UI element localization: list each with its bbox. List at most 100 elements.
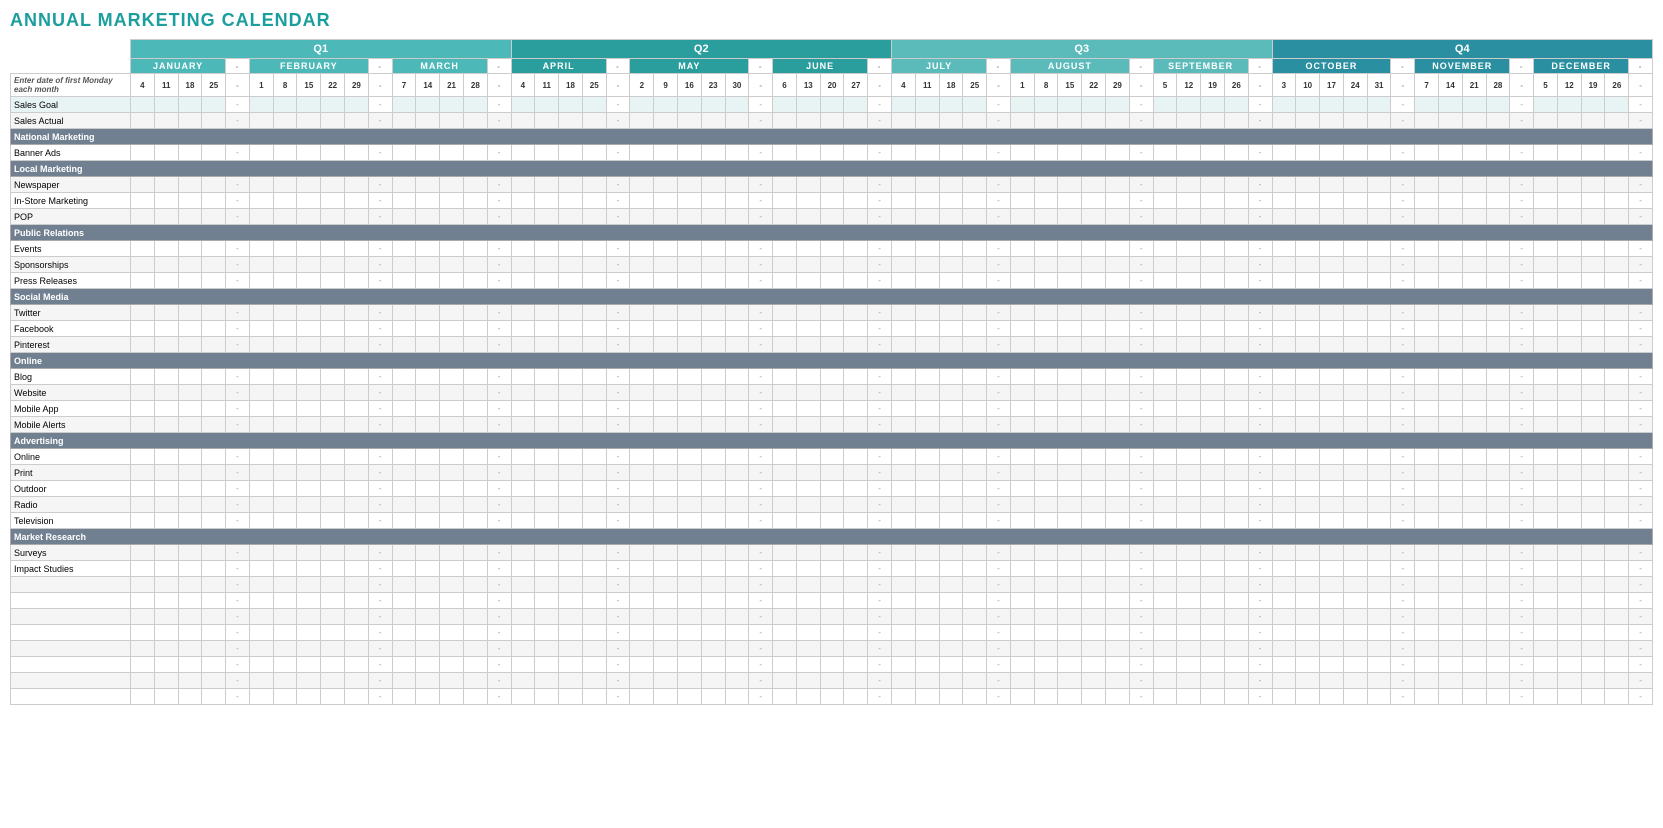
data-cell[interactable] (511, 593, 535, 609)
data-cell[interactable] (773, 481, 797, 497)
data-cell[interactable] (1201, 257, 1225, 273)
data-cell[interactable] (963, 625, 987, 641)
data-cell[interactable] (915, 401, 939, 417)
data-cell[interactable] (392, 497, 416, 513)
data-cell[interactable] (725, 369, 749, 385)
day-number[interactable]: 29 (1106, 74, 1130, 97)
data-cell[interactable] (963, 497, 987, 513)
data-cell[interactable] (1082, 497, 1106, 513)
data-cell[interactable] (1367, 657, 1391, 673)
data-cell[interactable] (915, 417, 939, 433)
data-cell[interactable] (701, 369, 725, 385)
data-cell[interactable] (582, 321, 606, 337)
day-number[interactable]: 28 (463, 74, 487, 97)
data-cell[interactable] (392, 641, 416, 657)
data-cell[interactable] (915, 113, 939, 129)
data-cell[interactable] (582, 305, 606, 321)
data-cell[interactable] (892, 257, 916, 273)
data-cell[interactable] (440, 561, 464, 577)
data-cell[interactable] (701, 209, 725, 225)
data-cell[interactable] (416, 193, 440, 209)
data-cell[interactable] (963, 369, 987, 385)
data-cell[interactable] (1415, 417, 1439, 433)
data-cell[interactable] (249, 97, 273, 113)
data-cell[interactable] (273, 417, 297, 433)
data-cell[interactable] (1034, 545, 1058, 561)
data-cell[interactable] (963, 417, 987, 433)
data-cell[interactable] (154, 113, 178, 129)
data-cell[interactable] (654, 113, 678, 129)
data-cell[interactable] (820, 513, 844, 529)
data-cell[interactable] (796, 689, 820, 705)
data-cell[interactable] (630, 609, 654, 625)
data-cell[interactable] (677, 449, 701, 465)
data-cell[interactable] (511, 241, 535, 257)
data-cell[interactable] (773, 305, 797, 321)
data-cell[interactable] (345, 369, 369, 385)
data-cell[interactable] (1320, 257, 1344, 273)
data-cell[interactable] (1581, 241, 1605, 257)
data-cell[interactable] (630, 113, 654, 129)
data-cell[interactable] (131, 465, 155, 481)
data-cell[interactable] (892, 209, 916, 225)
data-cell[interactable] (844, 657, 868, 673)
data-cell[interactable] (1296, 609, 1320, 625)
data-cell[interactable] (1058, 657, 1082, 673)
data-cell[interactable] (1010, 305, 1034, 321)
data-cell[interactable] (1153, 193, 1177, 209)
data-cell[interactable] (892, 673, 916, 689)
data-cell[interactable] (463, 209, 487, 225)
data-cell[interactable] (677, 257, 701, 273)
data-cell[interactable] (1272, 193, 1296, 209)
data-cell[interactable] (582, 417, 606, 433)
data-cell[interactable] (1058, 689, 1082, 705)
data-cell[interactable] (1343, 417, 1367, 433)
data-cell[interactable] (701, 385, 725, 401)
data-cell[interactable] (1415, 273, 1439, 289)
data-cell[interactable] (463, 305, 487, 321)
data-cell[interactable] (677, 625, 701, 641)
data-cell[interactable] (1272, 241, 1296, 257)
data-cell[interactable] (440, 401, 464, 417)
data-cell[interactable] (820, 241, 844, 257)
data-cell[interactable] (1153, 689, 1177, 705)
data-cell[interactable] (677, 545, 701, 561)
data-cell[interactable] (416, 465, 440, 481)
data-cell[interactable] (297, 321, 321, 337)
data-cell[interactable] (1034, 657, 1058, 673)
data-cell[interactable] (1153, 369, 1177, 385)
data-cell[interactable] (321, 657, 345, 673)
data-cell[interactable] (131, 369, 155, 385)
data-cell[interactable] (1106, 641, 1130, 657)
data-cell[interactable] (915, 513, 939, 529)
data-cell[interactable] (1224, 625, 1248, 641)
data-cell[interactable] (630, 273, 654, 289)
data-cell[interactable] (1415, 241, 1439, 257)
data-cell[interactable] (844, 497, 868, 513)
data-cell[interactable] (1201, 641, 1225, 657)
data-cell[interactable] (1534, 113, 1558, 129)
data-cell[interactable] (844, 193, 868, 209)
data-cell[interactable] (796, 641, 820, 657)
data-cell[interactable] (725, 625, 749, 641)
data-cell[interactable] (297, 305, 321, 321)
data-cell[interactable] (1605, 545, 1629, 561)
data-cell[interactable] (1153, 305, 1177, 321)
data-cell[interactable] (416, 97, 440, 113)
day-number[interactable]: 11 (535, 74, 559, 97)
data-cell[interactable] (1581, 465, 1605, 481)
day-number[interactable]: 11 (154, 74, 178, 97)
data-cell[interactable] (892, 177, 916, 193)
data-cell[interactable] (1320, 417, 1344, 433)
data-cell[interactable] (1177, 465, 1201, 481)
data-cell[interactable] (273, 545, 297, 561)
data-cell[interactable] (1177, 257, 1201, 273)
data-cell[interactable] (535, 209, 559, 225)
data-cell[interactable] (677, 465, 701, 481)
data-cell[interactable] (1438, 385, 1462, 401)
day-number[interactable]: 4 (511, 74, 535, 97)
data-cell[interactable] (654, 673, 678, 689)
data-cell[interactable] (1557, 673, 1581, 689)
data-cell[interactable] (1010, 689, 1034, 705)
data-cell[interactable] (1082, 321, 1106, 337)
